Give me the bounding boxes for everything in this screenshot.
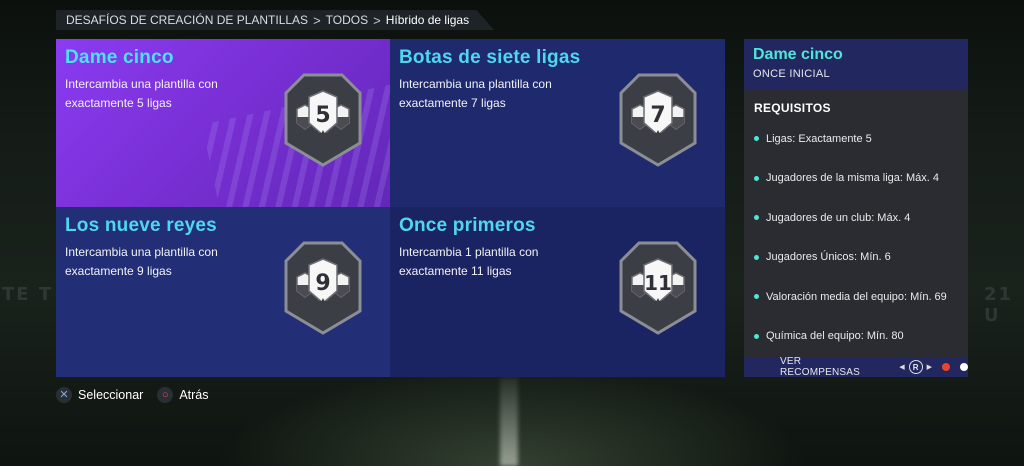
challenge-description-line: exactamente 5 ligas <box>65 96 172 110</box>
back-label: Atrás <box>179 388 209 402</box>
r-stick-icon[interactable]: R <box>908 360 923 374</box>
challenge-title: Once primeros <box>399 215 536 236</box>
breadcrumb-separator: > <box>373 12 381 28</box>
view-rewards-button[interactable]: VER RECOMPENSAS <box>780 356 877 378</box>
chevron-left-icon[interactable]: ◀ <box>899 363 904 371</box>
requirement-item: Valoración media del equipo: Mín. 69 <box>754 277 968 317</box>
bullet-icon <box>754 215 759 221</box>
breadcrumb-separator: > <box>313 12 321 28</box>
circle-button-icon: ○ <box>157 387 174 403</box>
challenge-grid: Dame cinco Intercambia una plantilla con… <box>56 39 725 377</box>
page-dot[interactable] <box>960 363 968 371</box>
select-control[interactable]: ✕ Seleccionar <box>56 387 143 403</box>
chevron-right-icon[interactable]: ▶ <box>927 363 932 371</box>
requirement-text: Jugadores de un club: Máx. 4 <box>766 211 911 224</box>
stadium-background: TE T <box>2 284 54 305</box>
challenge-description: Intercambia una plantilla con exactament… <box>65 243 235 281</box>
requirement-text: Jugadores Únicos: Mín. 6 <box>766 251 891 264</box>
breadcrumb-current: Híbrido de ligas <box>385 13 470 27</box>
panel-title: Dame cinco <box>753 46 843 63</box>
challenge-tile-botas-de-siete-ligas[interactable]: Botas de siete ligas Intercambia una pla… <box>390 39 725 207</box>
challenge-description-line: exactamente 7 ligas <box>399 96 506 110</box>
requirement-item: Jugadores de la misma liga: Máx. 4 <box>754 159 968 199</box>
requirement-item: Jugadores de un club: Máx. 4 <box>754 198 968 238</box>
panel-footer: VER RECOMPENSAS ◀ R ▶ <box>744 356 968 378</box>
bullet-icon <box>754 254 759 260</box>
requirement-item: Ligas: Exactamente 5 <box>754 119 968 159</box>
pitch-line <box>500 378 518 466</box>
panel-header: Dame cinco ONCE INICIAL <box>744 39 968 89</box>
requirement-text: Química del equipo: Mín. 80 <box>766 330 904 343</box>
select-label: Seleccionar <box>78 388 144 402</box>
badge-number: 7 <box>650 103 665 128</box>
requirement-item: Química del equipo: Mín. 80 <box>754 317 968 357</box>
bullet-icon <box>754 136 759 142</box>
badge-number: 5 <box>315 103 330 128</box>
breadcrumb-item[interactable]: DESAFÍOS DE CREACIÓN DE PLANTILLAS <box>66 13 308 27</box>
challenge-description-line: Intercambia una plantilla con <box>65 245 218 259</box>
challenge-description: Intercambia una plantilla con exactament… <box>399 75 569 113</box>
requirement-text: Ligas: Exactamente 5 <box>766 132 872 145</box>
requirement-item: Jugadores Únicos: Mín. 6 <box>754 238 968 278</box>
challenge-details-panel: Dame cinco ONCE INICIAL REQUISITOS Ligas… <box>744 39 968 378</box>
breadcrumb: DESAFÍOS DE CREACIÓN DE PLANTILLAS > TOD… <box>56 10 494 30</box>
requirements-list: Ligas: Exactamente 5 Jugadores de la mis… <box>754 119 968 356</box>
badge-number: 11 <box>644 271 672 295</box>
panel-subtitle: ONCE INICIAL <box>753 68 830 80</box>
challenge-description-line: Intercambia 1 plantilla con <box>399 245 539 259</box>
bullet-icon <box>754 294 759 300</box>
challenge-description: Intercambia 1 plantilla con exactamente … <box>399 243 569 281</box>
challenge-title: Dame cinco <box>65 47 174 68</box>
requirement-text: Valoración media del equipo: Mín. 69 <box>766 290 947 303</box>
challenge-title: Botas de siete ligas <box>399 47 581 68</box>
league-badge-icon: 9 <box>284 241 362 335</box>
league-badge-icon: 7 <box>619 73 697 167</box>
stadium-background-right: 21 U <box>984 284 1014 326</box>
back-control[interactable]: ○ Atrás <box>157 387 209 403</box>
league-badge-icon: 5 <box>284 73 362 167</box>
cross-button-icon: ✕ <box>56 387 72 403</box>
league-badge-icon: 11 <box>619 241 697 335</box>
page-dot-active[interactable] <box>942 363 950 371</box>
controller-hints: ✕ Seleccionar ○ Atrás <box>56 387 223 403</box>
challenge-description-line: exactamente 9 ligas <box>65 264 172 278</box>
challenge-title: Los nueve reyes <box>65 215 217 236</box>
challenge-description-line: Intercambia una plantilla con <box>65 77 218 91</box>
requirement-text: Jugadores de la misma liga: Máx. 4 <box>766 172 940 185</box>
challenge-description-line: exactamente 11 ligas <box>399 264 512 278</box>
requirements-heading: REQUISITOS <box>754 101 831 115</box>
breadcrumb-item[interactable]: TODOS <box>326 13 368 27</box>
badge-number: 9 <box>315 271 330 296</box>
challenge-tile-los-nueve-reyes[interactable]: Los nueve reyes Intercambia una plantill… <box>56 207 390 377</box>
page-indicator: ◀ R ▶ <box>899 360 968 374</box>
challenge-tile-dame-cinco[interactable]: Dame cinco Intercambia una plantilla con… <box>56 39 390 207</box>
challenge-description-line: Intercambia una plantilla con <box>399 77 552 91</box>
challenge-tile-once-primeros[interactable]: Once primeros Intercambia 1 plantilla co… <box>390 207 725 377</box>
bullet-icon <box>754 333 759 339</box>
bullet-icon <box>754 175 759 181</box>
challenge-description: Intercambia una plantilla con exactament… <box>65 75 235 113</box>
